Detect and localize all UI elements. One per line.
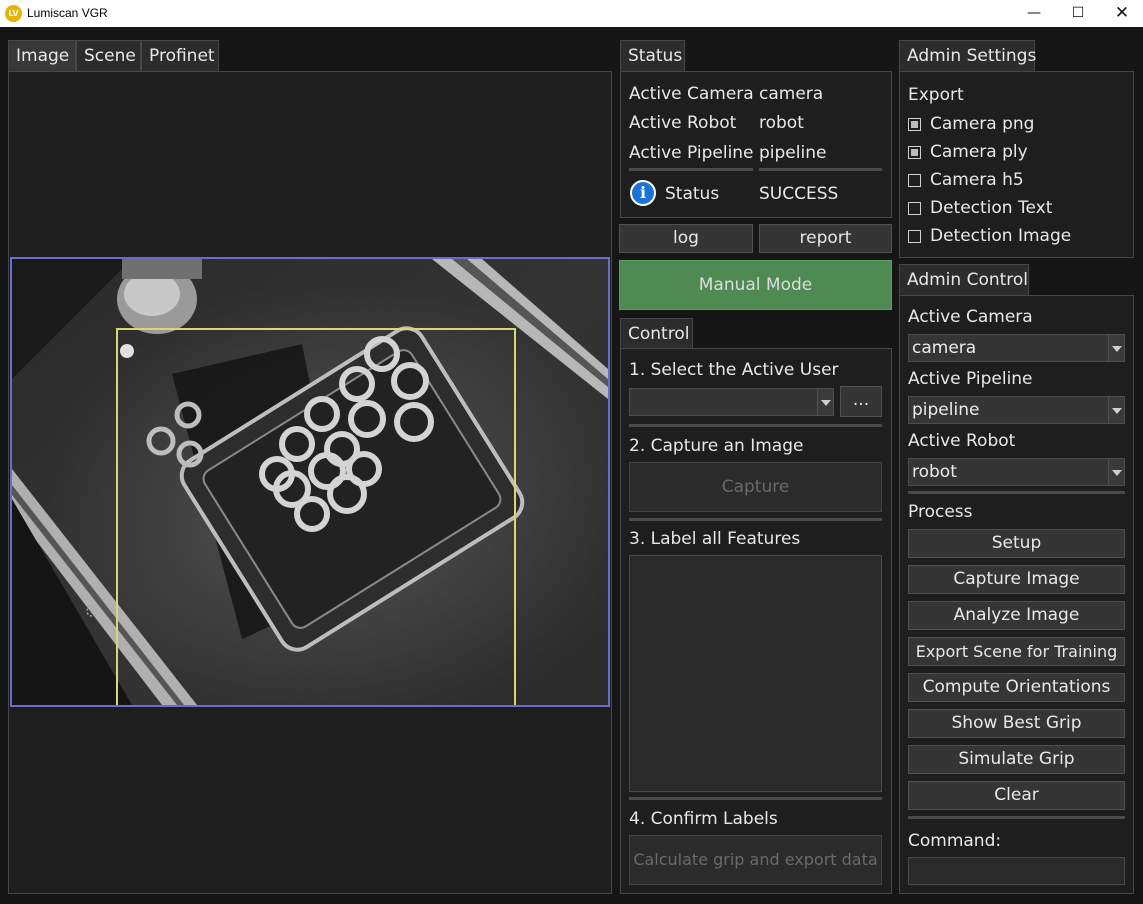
minimize-icon[interactable]: — (1012, 0, 1056, 27)
status-pipeline-label: Active Pipeline (629, 143, 754, 163)
lumiscan-logo-icon: LV (5, 5, 22, 22)
tab-status: Status (620, 40, 685, 71)
status-pipeline-value: pipeline (759, 143, 827, 163)
tab-scene[interactable]: Scene (76, 40, 141, 71)
admin-separator (908, 491, 1125, 494)
checkbox-unchecked-icon (908, 174, 921, 187)
tab-admin-settings: Admin Settings (899, 40, 1036, 71)
tab-profinet[interactable]: Profinet (141, 40, 219, 71)
close-icon[interactable]: ✕ (1100, 0, 1143, 27)
export-detection-image-label: Detection Image (930, 226, 1072, 246)
status-camera-label: Active Camera (629, 84, 754, 104)
capture-button[interactable]: Capture (629, 462, 882, 512)
export-detection-text-label: Detection Text (930, 198, 1053, 218)
info-icon: i (630, 180, 656, 206)
chevron-down-icon (1108, 335, 1124, 361)
export-camera-ply-label: Camera ply (930, 142, 1028, 162)
status-state-value: SUCCESS (759, 184, 839, 204)
admin-robot-label: Active Robot (908, 431, 1016, 451)
admin-pipeline-label: Active Pipeline (908, 369, 1033, 389)
show-best-grip-button[interactable]: Show Best Grip (908, 709, 1125, 738)
status-camera-value: camera (759, 84, 824, 104)
admin-robot-dropdown[interactable]: robot (908, 458, 1125, 486)
admin-camera-dropdown[interactable]: camera (908, 334, 1125, 362)
process-label: Process (908, 502, 973, 522)
chevron-down-icon (817, 389, 833, 415)
capture-image-button[interactable]: Capture Image (908, 565, 1125, 594)
status-separator (759, 168, 882, 171)
region-of-interest (116, 328, 516, 705)
export-camera-h5-label: Camera h5 (930, 170, 1024, 190)
checkbox-unchecked-icon (908, 202, 921, 215)
checkbox-checked-icon (908, 118, 921, 131)
checkbox-unchecked-icon (908, 230, 921, 243)
calculate-grip-button[interactable]: Calculate grip and export data (629, 835, 882, 885)
admin-camera-value: camera (912, 338, 977, 358)
command-input[interactable] (908, 857, 1125, 885)
control-separator (629, 797, 882, 800)
control-separator (629, 424, 882, 427)
clear-button[interactable]: Clear (908, 781, 1125, 810)
camera-image[interactable] (10, 257, 610, 707)
setup-button[interactable]: Setup (908, 529, 1125, 558)
export-label: Export (908, 85, 964, 105)
admin-separator (908, 816, 1125, 819)
tab-image[interactable]: Image (8, 40, 76, 71)
chevron-down-icon (1108, 459, 1124, 485)
label-features-label: 3. Label all Features (629, 529, 801, 549)
analyze-image-button[interactable]: Analyze Image (908, 601, 1125, 630)
simulate-grip-button[interactable]: Simulate Grip (908, 745, 1125, 774)
capture-image-label: 2. Capture an Image (629, 436, 804, 456)
tab-admin-control: Admin Control (899, 264, 1029, 295)
command-label: Command: (908, 831, 1002, 851)
tab-control: Control (620, 318, 693, 349)
browse-user-button[interactable]: ... (840, 386, 882, 417)
maximize-icon[interactable]: ☐ (1056, 0, 1100, 27)
manual-mode-button[interactable]: Manual Mode (619, 260, 892, 310)
compute-orientations-button[interactable]: Compute Orientations (908, 673, 1125, 702)
checkbox-checked-icon (908, 146, 921, 159)
admin-robot-value: robot (912, 462, 957, 482)
status-robot-value: robot (759, 113, 804, 133)
export-scene-button[interactable]: Export Scene for Training (908, 637, 1125, 666)
admin-pipeline-value: pipeline (912, 400, 980, 420)
select-user-label: 1. Select the Active User (629, 360, 839, 380)
admin-pipeline-dropdown[interactable]: pipeline (908, 396, 1125, 424)
status-state-label: Status (665, 184, 720, 204)
feature-labels-list[interactable] (629, 555, 882, 792)
control-separator (629, 518, 882, 521)
log-button[interactable]: log (619, 224, 753, 253)
report-button[interactable]: report (759, 224, 892, 253)
export-camera-png-label: Camera png (930, 114, 1035, 134)
chevron-down-icon (1108, 397, 1124, 423)
status-separator (629, 168, 753, 171)
confirm-labels-label: 4. Confirm Labels (629, 809, 778, 829)
window-title: Lumiscan VGR (27, 6, 108, 20)
status-robot-label: Active Robot (629, 113, 737, 133)
admin-camera-label: Active Camera (908, 307, 1033, 327)
title-bar: LV Lumiscan VGR — ☐ ✕ (0, 0, 1143, 27)
active-user-dropdown[interactable] (629, 388, 834, 416)
